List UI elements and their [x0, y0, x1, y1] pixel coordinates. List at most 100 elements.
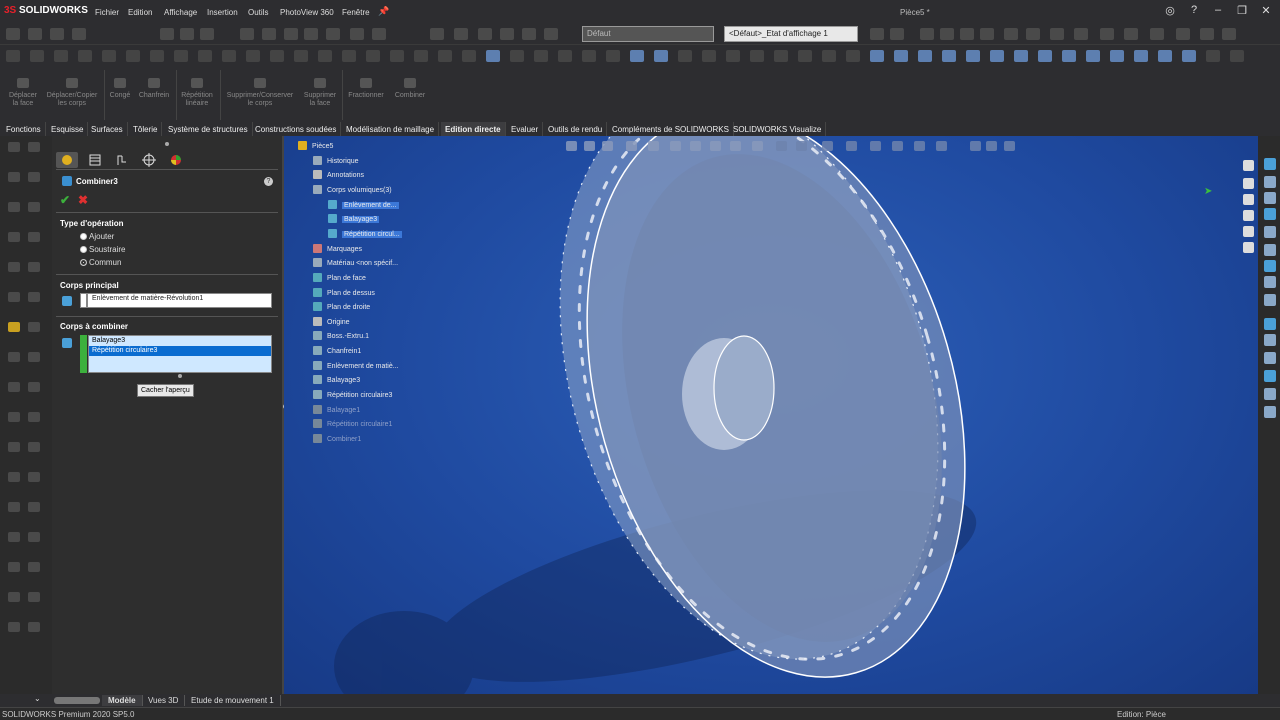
left-tool-icon-2[interactable]: [8, 172, 20, 182]
toolbar-icon-32[interactable]: [774, 50, 788, 62]
tree-item[interactable]: Plan de droite: [313, 302, 370, 312]
task-pane-icon-13[interactable]: [1264, 388, 1276, 400]
bottom-tab-0[interactable]: Modèle: [102, 695, 143, 706]
tab-6[interactable]: Modélisation de maillage: [342, 122, 440, 136]
tab-3[interactable]: Tôlerie: [129, 122, 163, 136]
combine-body-item[interactable]: Balayage3: [89, 336, 271, 346]
task-pane-icon-9[interactable]: [1264, 318, 1276, 330]
restore-icon[interactable]: ❐: [1234, 4, 1250, 20]
menu-5[interactable]: PhotoView 360: [280, 8, 334, 17]
left-tool-icon-17[interactable]: [28, 382, 40, 392]
toolbar-icon-47[interactable]: [1134, 50, 1148, 62]
task-pane-icon-6[interactable]: [1264, 260, 1276, 272]
tab-11[interactable]: SOLIDWORKS Visualize: [729, 122, 827, 136]
tree-item[interactable]: Répétition circul...: [328, 228, 402, 238]
view-tool-icon-4[interactable]: [648, 141, 659, 151]
task-pane-icon-7[interactable]: [1264, 276, 1276, 288]
toolbar-icon-3[interactable]: [72, 28, 86, 40]
tree-item[interactable]: Combiner1: [313, 434, 361, 443]
toolbar-icon-38[interactable]: [918, 50, 932, 62]
tree-item[interactable]: Plan de dessus: [313, 287, 375, 297]
task-pane-icon-4[interactable]: [1264, 226, 1276, 238]
menu-2[interactable]: Affichage: [164, 8, 197, 17]
toolbar-icon-29[interactable]: [702, 50, 716, 62]
toolbar-icon-27[interactable]: [1026, 28, 1040, 40]
toolbar-icon-26[interactable]: [630, 50, 644, 62]
toolbar-icon-50[interactable]: [1206, 50, 1220, 62]
toolbar-icon-23[interactable]: [940, 28, 954, 40]
toolbar-icon-34[interactable]: [1200, 28, 1214, 40]
toolbar-icon-16[interactable]: [478, 28, 492, 40]
view-tool-icon-16[interactable]: [914, 141, 925, 151]
toolbar-icon-22[interactable]: [534, 50, 548, 62]
display-manager-tab-icon[interactable]: [165, 152, 187, 168]
view-tool-icon-7[interactable]: [710, 141, 721, 151]
toolbar-icon-4[interactable]: [102, 50, 116, 62]
tree-item[interactable]: Balayage1: [313, 404, 360, 414]
toolbar-icon-25[interactable]: [980, 28, 994, 40]
tree-item[interactable]: Balayage3: [328, 214, 380, 224]
toolbar-icon-41[interactable]: [990, 50, 1004, 62]
left-tool-icon-32[interactable]: [8, 622, 20, 632]
configuration-combo[interactable]: Défaut: [582, 26, 714, 42]
view-tool-icon-19[interactable]: [986, 141, 997, 151]
tree-item[interactable]: Corps volumiques(3): [313, 184, 392, 194]
close-icon[interactable]: ✕: [1258, 4, 1274, 20]
toolbar-icon-11[interactable]: [270, 50, 284, 62]
operation-option-1[interactable]: Soustraire: [80, 245, 125, 254]
command-7[interactable]: Fractionner: [346, 78, 386, 100]
tree-item[interactable]: Enlèvement de matiè...: [313, 360, 399, 370]
task-pane-icon-11[interactable]: [1264, 352, 1276, 364]
toolbar-icon-46[interactable]: [1110, 50, 1124, 62]
minimize-icon[interactable]: –: [1210, 4, 1226, 20]
toolbar-icon-0[interactable]: [6, 28, 20, 40]
tab-0[interactable]: Fonctions: [2, 122, 46, 136]
tab-8[interactable]: Evaluer: [507, 122, 544, 136]
toolbar-icon-28[interactable]: [1050, 28, 1064, 40]
toolbar-icon-20[interactable]: [870, 28, 884, 40]
left-tool-icon-25[interactable]: [28, 502, 40, 512]
toolbar-icon-6[interactable]: [200, 28, 214, 40]
viewport-side-icon-2[interactable]: [1243, 194, 1254, 205]
list-resize-handle[interactable]: [178, 374, 182, 378]
left-tool-icon-26[interactable]: [8, 532, 20, 542]
menu-4[interactable]: Outils: [248, 8, 268, 17]
toolbar-icon-17[interactable]: [414, 50, 428, 62]
toolbar-icon-14[interactable]: [342, 50, 356, 62]
bottom-tab-1[interactable]: Vues 3D: [142, 695, 186, 706]
toolbar-icon-10[interactable]: [246, 50, 260, 62]
toolbar-icon-1[interactable]: [30, 50, 44, 62]
left-tool-icon-5[interactable]: [28, 202, 40, 212]
tree-item[interactable]: Marquages: [313, 243, 362, 253]
left-tool-icon-19[interactable]: [28, 412, 40, 422]
left-tool-icon-15[interactable]: [28, 352, 40, 362]
view-tool-icon-20[interactable]: [1004, 141, 1015, 151]
left-tool-icon-29[interactable]: [28, 562, 40, 572]
command-1[interactable]: Déplacer/Copier les corps: [42, 78, 102, 108]
bottom-tab-2[interactable]: Etude de mouvement 1: [185, 695, 281, 706]
task-pane-icon-2[interactable]: [1264, 192, 1276, 204]
help-icon[interactable]: ?: [1186, 4, 1202, 20]
left-tool-icon-1[interactable]: [28, 142, 40, 152]
toolbar-icon-43[interactable]: [1038, 50, 1052, 62]
toolbar-icon-45[interactable]: [1086, 50, 1100, 62]
toolbar-icon-39[interactable]: [942, 50, 956, 62]
left-tool-icon-20[interactable]: [8, 442, 20, 452]
toolbar-icon-32[interactable]: [1150, 28, 1164, 40]
toolbar-icon-26[interactable]: [1004, 28, 1018, 40]
display-state-combo[interactable]: <Défaut>_Etat d'affichage 1: [724, 26, 858, 42]
task-pane-icon-12[interactable]: [1264, 370, 1276, 382]
toolbar-icon-22[interactable]: [920, 28, 934, 40]
command-0[interactable]: Déplacer la face: [8, 78, 38, 108]
command-2[interactable]: Congé: [108, 78, 132, 100]
task-pane-icon-3[interactable]: [1264, 208, 1276, 220]
left-tool-icon-21[interactable]: [28, 442, 40, 452]
view-tool-icon-0[interactable]: [566, 141, 577, 151]
left-tool-icon-7[interactable]: [28, 232, 40, 242]
toolbar-icon-19[interactable]: [462, 50, 476, 62]
ok-check-icon[interactable]: ✔: [60, 193, 70, 207]
left-tool-icon-0[interactable]: [8, 142, 20, 152]
left-tool-icon-23[interactable]: [28, 472, 40, 482]
expand-chevron-icon[interactable]: ⌄: [34, 694, 41, 703]
toolbar-icon-31[interactable]: [1124, 28, 1138, 40]
